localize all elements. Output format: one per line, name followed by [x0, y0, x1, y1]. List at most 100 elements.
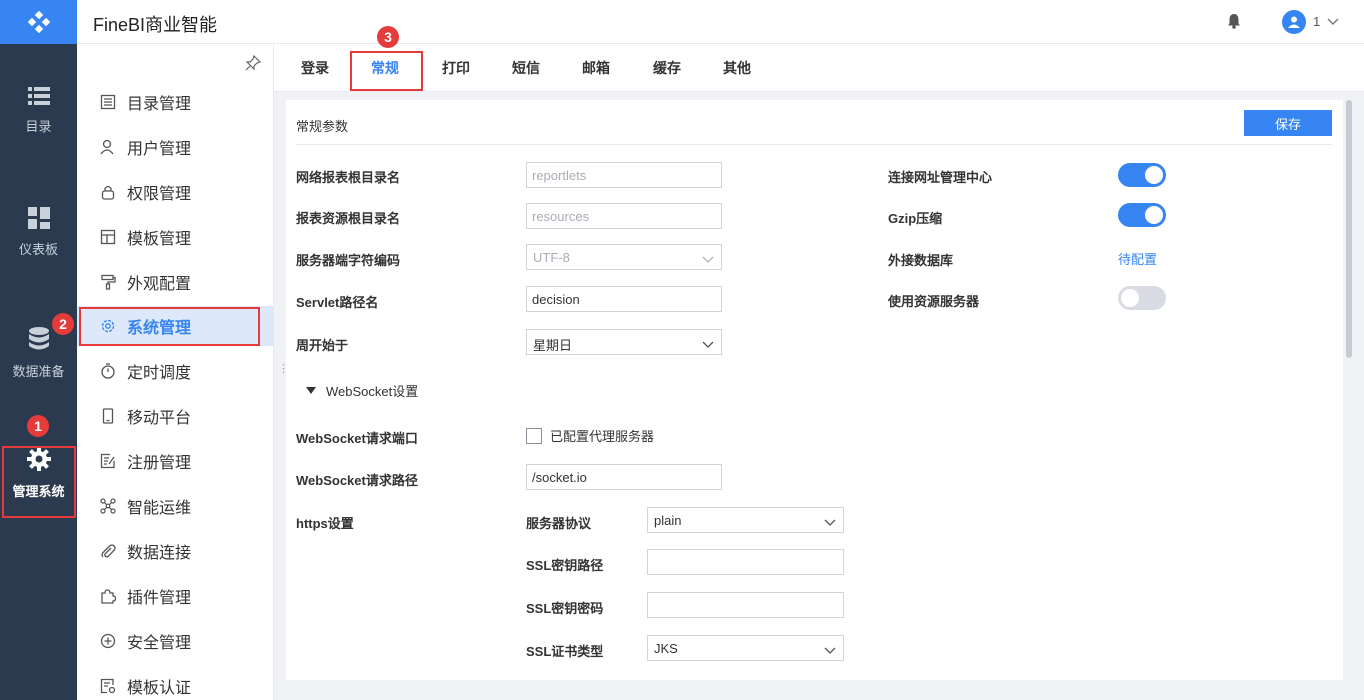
- rail-item-data-prep[interactable]: 数据准备: [0, 327, 77, 380]
- submenu-item-label: 目录管理: [127, 96, 192, 113]
- paperclip-icon: [99, 542, 117, 560]
- toggle-knob: [1145, 206, 1163, 224]
- submenu-item-mobile[interactable]: 移动平台: [77, 396, 274, 436]
- bell-icon[interactable]: [1227, 13, 1241, 32]
- submenu-item-template-cert[interactable]: 模板认证: [77, 666, 274, 700]
- encoding-value: UTF-8: [533, 250, 570, 265]
- timer-icon: [99, 362, 117, 380]
- mobile-icon: [99, 407, 117, 425]
- submenu-item-data-connection[interactable]: 数据连接: [77, 531, 274, 571]
- protocol-value: plain: [654, 513, 682, 528]
- submenu-item-users[interactable]: 用户管理: [77, 127, 274, 167]
- left-rail: 目录 仪表板 数据准备 管理系统: [0, 0, 77, 700]
- ssl-password-input[interactable]: [647, 592, 844, 618]
- avatar[interactable]: [1282, 10, 1306, 34]
- register-icon: [99, 452, 117, 470]
- tab-cache[interactable]: 缓存: [653, 58, 681, 78]
- user-avatar-icon: [1288, 16, 1300, 28]
- rail-item-catalog[interactable]: 目录: [0, 86, 77, 135]
- pin-icon[interactable]: [245, 54, 262, 74]
- checkbox-box: [526, 427, 542, 444]
- resource-root-input[interactable]: [526, 203, 722, 229]
- submenu-item-label: 注册管理: [127, 455, 192, 472]
- database-icon: [28, 327, 49, 350]
- encoding-select[interactable]: UTF-8: [526, 244, 722, 270]
- protocol-select[interactable]: plain: [647, 507, 844, 533]
- shield-icon: [99, 632, 117, 650]
- user-name[interactable]: 1: [1313, 14, 1320, 29]
- step-badge-1: 1: [27, 415, 49, 437]
- submenu-item-label: 智能运维: [127, 500, 192, 517]
- chevron-down-icon: [702, 252, 714, 267]
- chevron-down-icon: [824, 515, 836, 530]
- chevron-down-icon[interactable]: [1327, 14, 1339, 29]
- submenu-item-plugins[interactable]: 插件管理: [77, 576, 274, 616]
- connect-center-label: 连接网址管理中心: [888, 170, 993, 185]
- caret-down-icon: [306, 383, 316, 398]
- websocket-section-toggle[interactable]: WebSocket设置: [306, 381, 418, 400]
- save-button[interactable]: 保存: [1244, 110, 1332, 136]
- web-root-input[interactable]: [526, 162, 722, 188]
- resource-root-label: 报表资源根目录名: [296, 211, 401, 226]
- catalog-icon: [99, 93, 117, 111]
- certificate-icon: [99, 677, 117, 695]
- rail-item-dashboard[interactable]: 仪表板: [0, 207, 77, 258]
- rail-item-label: 仪表板: [18, 242, 58, 257]
- week-start-select[interactable]: 星期日: [526, 329, 722, 355]
- submenu-item-ops[interactable]: 智能运维: [77, 486, 274, 526]
- submenu-item-label: 移动平台: [127, 410, 192, 427]
- tab-other[interactable]: 其他: [723, 58, 751, 78]
- submenu-item-registration[interactable]: 注册管理: [77, 441, 274, 481]
- admin-submenu: 目录管理 用户管理 权限管理 模板管理 外观配置 系统管理 定时调度 移动平台 …: [77, 44, 274, 700]
- servlet-path-input[interactable]: [526, 286, 722, 312]
- ssl-password-label: SSL密钥密码: [526, 601, 604, 616]
- submenu-item-label: 模板认证: [127, 680, 192, 697]
- settings-tabs: 登录 常规 打印 短信 邮箱 缓存 其他: [274, 44, 1364, 92]
- highlight-box-admin: [2, 446, 76, 518]
- proxy-server-label: 已配置代理服务器: [550, 429, 655, 444]
- puzzle-icon: [99, 587, 117, 605]
- vertical-scrollbar[interactable]: [1346, 100, 1352, 358]
- servlet-path-label: Servlet路径名: [296, 295, 379, 310]
- configure-db-link[interactable]: 待配置: [1118, 249, 1157, 268]
- submenu-item-schedule[interactable]: 定时调度: [77, 351, 274, 391]
- divider: [296, 144, 1332, 145]
- submenu-item-permissions[interactable]: 权限管理: [77, 172, 274, 212]
- submenu-item-label: 插件管理: [127, 590, 192, 607]
- submenu-item-label: 模板管理: [127, 231, 192, 248]
- proxy-server-checkbox[interactable]: 已配置代理服务器: [526, 426, 654, 445]
- submenu-item-label: 定时调度: [127, 365, 192, 382]
- lock-icon: [99, 183, 117, 201]
- week-start-value: 星期日: [533, 338, 573, 353]
- cert-type-select[interactable]: JKS: [647, 635, 844, 661]
- user-icon: [99, 138, 117, 156]
- app-title: FineBI商业智能: [93, 15, 218, 35]
- week-start-label: 周开始于: [296, 338, 349, 353]
- submenu-item-security[interactable]: 安全管理: [77, 621, 274, 661]
- submenu-item-catalog[interactable]: 目录管理: [77, 82, 274, 122]
- logo-icon: [27, 11, 50, 33]
- gzip-label: Gzip压缩: [888, 211, 943, 226]
- websocket-path-input[interactable]: [526, 464, 722, 490]
- tab-sms[interactable]: 短信: [512, 58, 540, 78]
- paint-roller-icon: [99, 273, 117, 291]
- resource-server-toggle[interactable]: [1118, 286, 1166, 310]
- websocket-port-label: WebSocket请求端口: [296, 431, 418, 446]
- web-root-label: 网络报表根目录名: [296, 170, 401, 185]
- https-label: https设置: [296, 516, 354, 531]
- connect-center-toggle[interactable]: [1118, 163, 1166, 187]
- protocol-label: 服务器协议: [526, 516, 592, 531]
- submenu-item-templates[interactable]: 模板管理: [77, 217, 274, 257]
- logo[interactable]: [0, 0, 77, 44]
- tab-print[interactable]: 打印: [442, 58, 470, 78]
- submenu-item-label: 安全管理: [127, 635, 192, 652]
- tab-login[interactable]: 登录: [301, 58, 329, 78]
- tab-email[interactable]: 邮箱: [582, 58, 610, 78]
- gzip-toggle[interactable]: [1118, 203, 1166, 227]
- submenu-item-label: 数据连接: [127, 545, 192, 562]
- submenu-item-appearance[interactable]: 外观配置: [77, 262, 274, 302]
- ssl-path-input[interactable]: [647, 549, 844, 575]
- list-icon: [27, 87, 50, 105]
- submenu-item-label: 外观配置: [127, 276, 192, 293]
- cert-type-label: SSL证书类型: [526, 644, 604, 659]
